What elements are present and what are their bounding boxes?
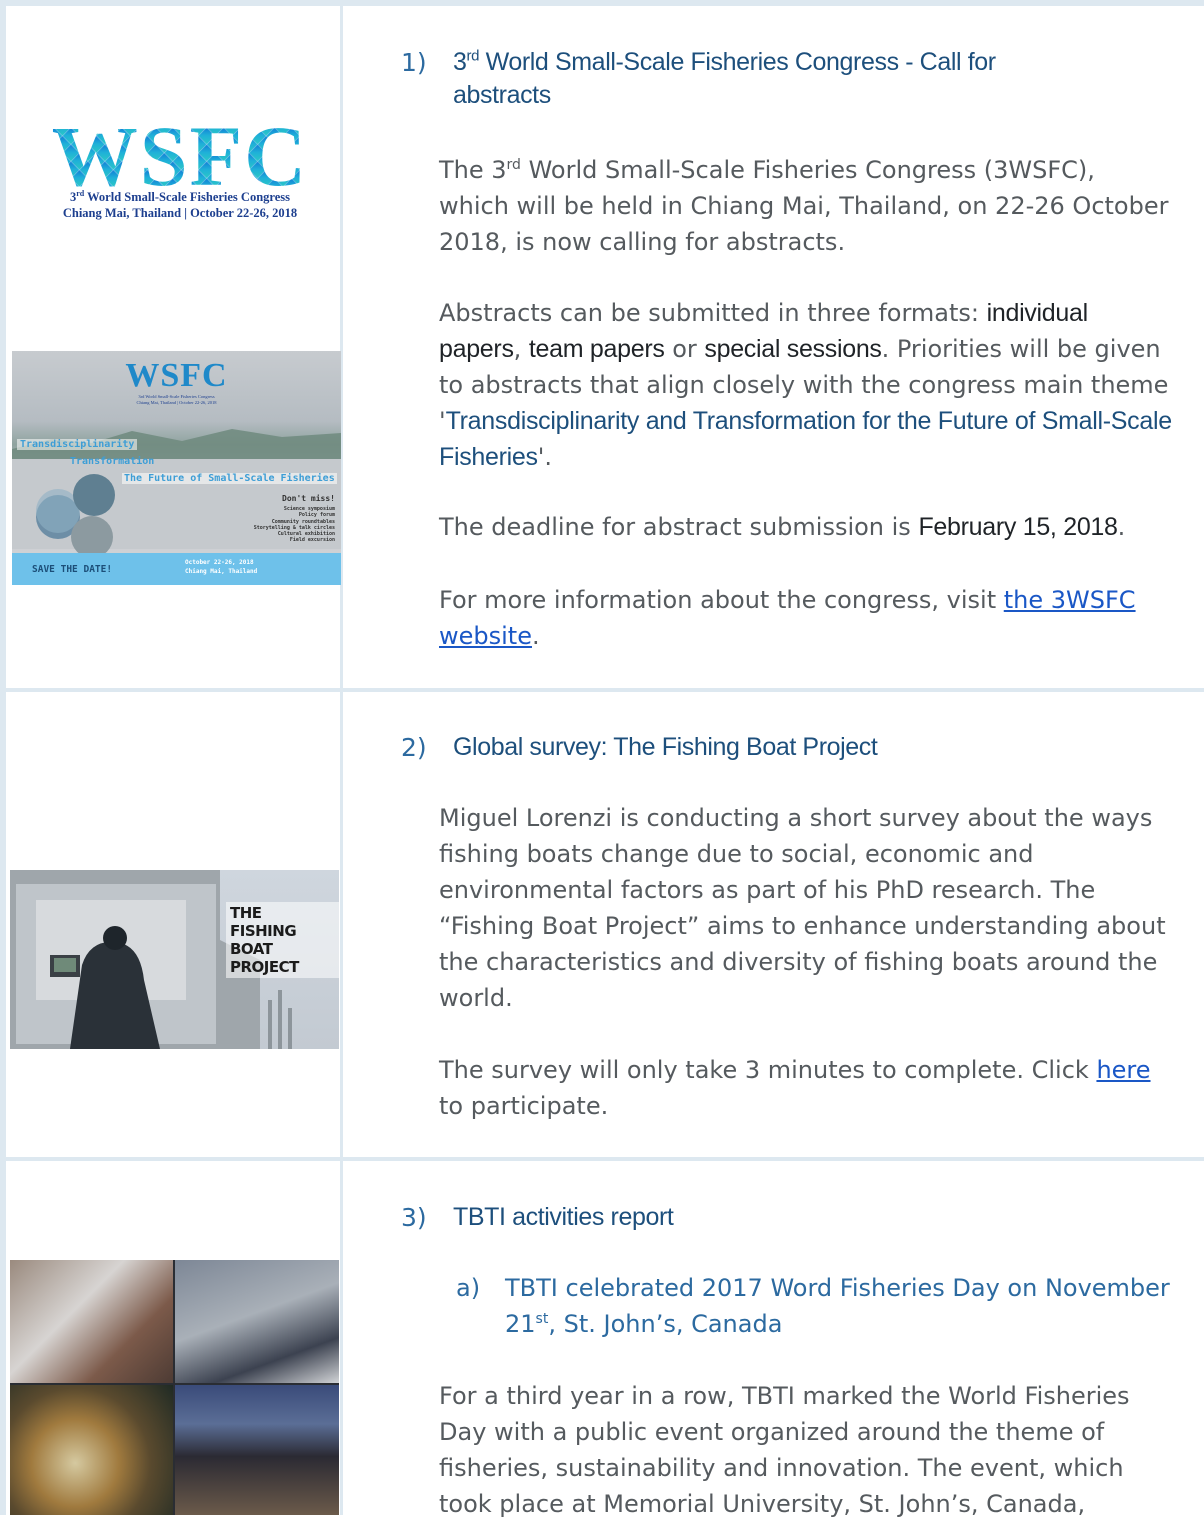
newsletter-page: WSFC 3rd World Small-Scale Fisheries Con… <box>0 0 1204 1518</box>
item-1-paragraph-3: The deadline for abstract submission is … <box>439 513 1126 541</box>
poster-photo-circle-3 <box>71 516 113 558</box>
item-3-title: TBTI activities report <box>453 1203 674 1231</box>
boat-image-caption: THE FISHING BOAT PROJECT <box>226 902 339 978</box>
row-divider-2 <box>0 1157 1204 1161</box>
poster-program-item: Field excursion <box>289 537 335 544</box>
collage-photo-2 <box>175 1260 339 1383</box>
format-special-sessions: special sessions <box>704 335 882 363</box>
item-1-paragraph-1: The 3rd World Small-Scale Fisheries Cong… <box>439 156 1169 256</box>
wsfc-logo-graphic: WSFC <box>52 110 306 204</box>
item-2-paragraph-2: The survey will only take 3 minutes to c… <box>439 1056 1151 1120</box>
item-2-paragraph-1: Miguel Lorenzi is conducting a short sur… <box>439 804 1166 1012</box>
poster-program-list: Science symposium Policy forum Community… <box>254 506 335 544</box>
item-number: 2) <box>401 733 427 762</box>
item-1-title-text: World Small-Scale Fisheries Congress - C… <box>485 48 996 76</box>
item-1-title: 3rd World Small-Scale Fisheries Congress… <box>453 46 1153 112</box>
poster-theme-1: Transdisciplinarity <box>17 439 138 450</box>
poster-theme-3: The Future of Small-Scale Fisheries <box>122 473 337 484</box>
left-border <box>0 0 6 1515</box>
item-3-paragraph-1: For a third year in a row, TBTI marked t… <box>439 1382 1130 1518</box>
wsfc-logo-line2: Chiang Mai, Thailand | October 22-26, 20… <box>62 206 298 220</box>
item-1-title-sup: rd <box>466 47 480 65</box>
poster-save-the-date: SAVE THE DATE! <box>32 564 113 575</box>
item-number: 3) <box>401 1203 427 1232</box>
deadline-date: February 15, 2018 <box>918 513 1118 541</box>
item-3-subitem-title: TBTI celebrated 2017 Word Fisheries Day … <box>505 1274 1170 1338</box>
item-1-paragraph-4: For more information about the congress,… <box>439 586 1136 650</box>
item-1-title-line-2: abstracts <box>453 81 551 109</box>
poster-location: Chiang Mai, Thailand <box>185 568 258 575</box>
item-number: 1) <box>401 48 427 77</box>
poster-tagline-1: 3rd World Small-Scale Fisheries Congress <box>138 394 215 399</box>
item-1-title-line-1: 3rd World Small-Scale Fisheries Congress… <box>453 46 1153 79</box>
poster-logo: WSFC <box>125 357 228 394</box>
item-1-title-ordinal: 3 <box>453 48 467 76</box>
item-1-paragraph-2: Abstracts can be submitted in three form… <box>439 299 1172 471</box>
column-divider <box>340 0 343 1515</box>
collage-photo-1 <box>10 1260 173 1383</box>
poster-tagline-2: Chiang Mai, Thailand | October 22-26, 20… <box>136 400 217 405</box>
poster-dont-miss: Don't miss! <box>282 494 335 503</box>
top-border <box>0 0 1204 6</box>
poster-date: October 22-26, 2018 <box>185 559 254 566</box>
survey-here-link[interactable]: here <box>1096 1056 1150 1084</box>
item-2-title: Global survey: The Fishing Boat Project <box>453 733 878 761</box>
boat-caption-line: FISHING BOAT <box>230 922 297 958</box>
boat-caption-line: THE <box>230 904 262 922</box>
format-team-papers: team papers <box>528 335 665 363</box>
tbti-event-photo-collage <box>10 1260 339 1515</box>
collage-photo-4 <box>175 1385 339 1515</box>
wsfc-poster: WSFC 3rd World Small-Scale Fisheries Con… <box>12 351 341 585</box>
item-3-subitem-letter: a) <box>456 1274 481 1302</box>
poster-theme-2: Transformation <box>70 456 155 467</box>
fishing-boat-project-image: THE FISHING BOAT PROJECT <box>10 870 339 1049</box>
wsfc-logo: WSFC 3rd World Small-Scale Fisheries Con… <box>20 110 340 250</box>
collage-photo-3 <box>10 1385 173 1515</box>
poster-photo-circle-2 <box>73 474 115 516</box>
row-divider-1 <box>0 688 1204 692</box>
wsfc-logo-line1: 3rd World Small-Scale Fisheries Congress <box>69 188 291 204</box>
boat-caption-line: PROJECT <box>230 958 299 976</box>
